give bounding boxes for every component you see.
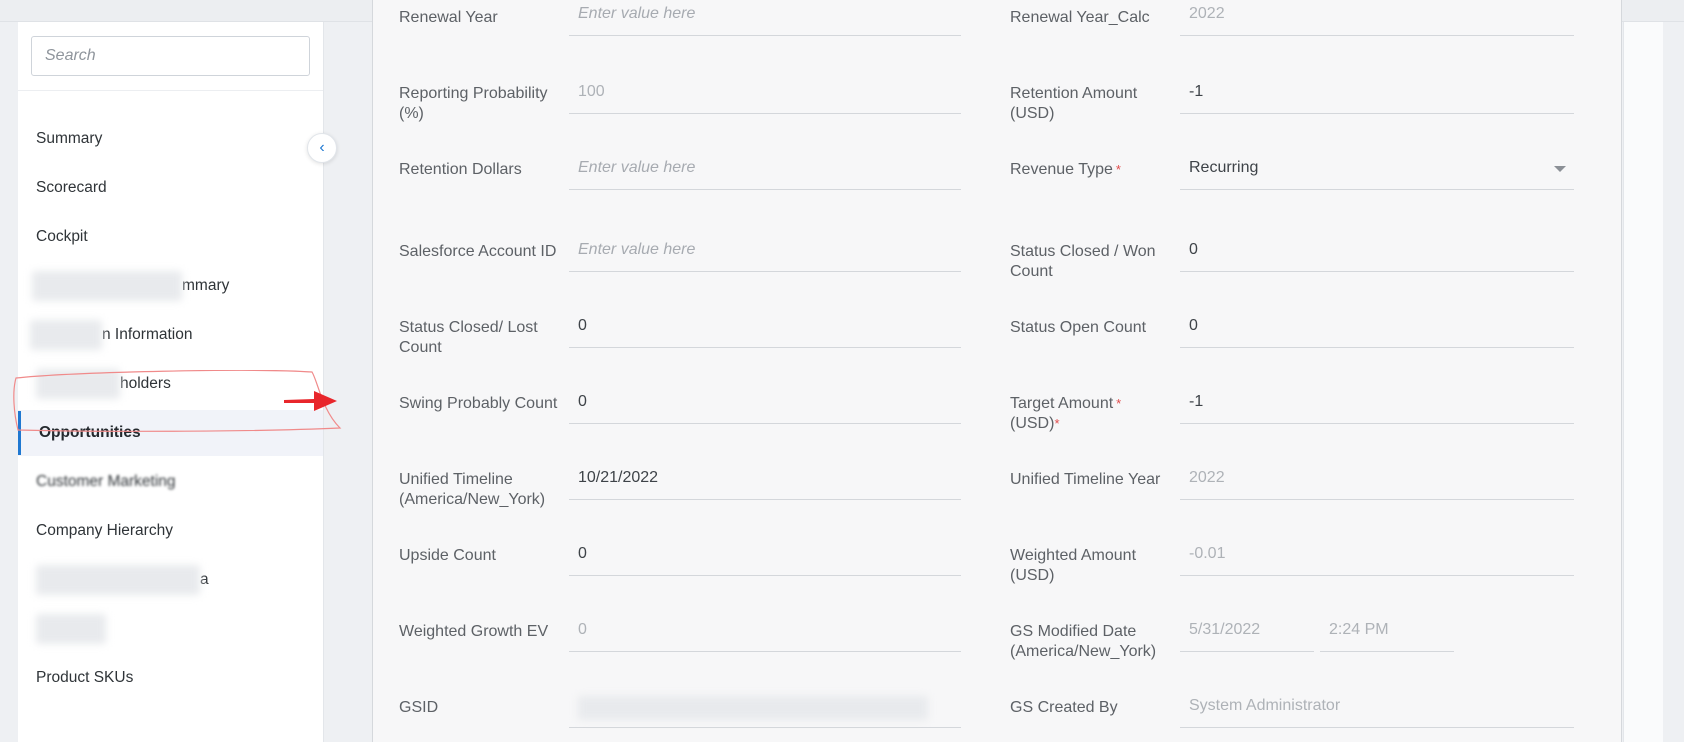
status-open-count-label: Status Open Count (1010, 319, 1147, 336)
sidebar-item-redacted[interactable] (18, 606, 323, 652)
redacted-text (578, 696, 928, 720)
gs-modified-time-field: 2:24 PM (1320, 616, 1454, 652)
target-amount-label: Target Amount * (USD)* (1010, 394, 1180, 434)
chevron-left-icon: ‹ (319, 139, 325, 156)
redacted-text (30, 319, 102, 350)
redacted-text (36, 368, 120, 399)
target-amount-field[interactable]: -1 (1180, 388, 1574, 424)
gs-created-by-label: GS Created By (1010, 699, 1118, 716)
weighted-growth-ev-label: Weighted Growth EV (399, 623, 549, 640)
active-indicator (18, 411, 21, 455)
required-marker: * (1054, 416, 1060, 431)
unified-timeline-year-label: Unified Timeline Year (1010, 471, 1161, 488)
retention-amount-label: Retention Amount (USD) (1010, 85, 1138, 122)
status-closed-won-label: Status Closed / Won Count (1010, 243, 1156, 280)
salesforce-account-id-label: Salesforce Account ID (399, 243, 557, 260)
target-amount-label-unit: (USD) (1010, 415, 1055, 432)
weighted-amount-field: -0.01 (1180, 540, 1574, 576)
sidebar-item-label: mmary (182, 277, 230, 294)
collapse-sidebar-button[interactable]: ‹ (307, 133, 337, 163)
salesforce-account-id-field[interactable]: Enter value here (569, 236, 961, 272)
sidebar-item-product-skus[interactable]: Product SKUs (18, 655, 323, 701)
swing-probably-count-label: Swing Probably Count (399, 395, 558, 412)
upside-count-label: Upside Count (399, 547, 496, 564)
gs-modified-date-label: GS Modified Date (America/New_York) (1010, 623, 1157, 660)
sidebar-item-redacted-a[interactable]: a (18, 557, 323, 603)
sidebar-item-label: holders (120, 375, 171, 392)
status-closed-lost-label: Status Closed/ Lost Count (399, 319, 538, 356)
sidebar-item-summary[interactable]: Summary (18, 116, 323, 162)
sidebar-item-label: Opportunities (39, 424, 141, 441)
sidebar-item-label: n Information (102, 326, 193, 343)
sidebar-item-label: Summary (36, 130, 103, 147)
unified-timeline-label: Unified Timeline (America/New_York) (399, 471, 546, 508)
scrollbar-track[interactable] (1623, 22, 1663, 742)
sidebar-item-scorecard[interactable]: Scorecard (18, 165, 323, 211)
revenue-type-value: Recurring (1189, 159, 1259, 176)
revenue-type-select[interactable]: Recurring (1180, 154, 1574, 190)
sidebar-divider (18, 90, 323, 91)
sidebar-item-label: Company Hierarchy (36, 522, 173, 539)
target-amount-label-text: Target Amount (1010, 395, 1114, 412)
swing-probably-count-field[interactable]: 0 (569, 388, 961, 424)
search-input[interactable] (32, 37, 309, 75)
gsid-label: GSID (399, 699, 439, 716)
renewal-year-label: Renewal Year (399, 9, 498, 26)
weighted-growth-ev-field: 0 (569, 616, 961, 652)
sidebar-item-label: a (200, 571, 209, 588)
sidebar-item-redacted-holders[interactable]: holders (18, 361, 323, 407)
reporting-probability-field: 100 (569, 78, 961, 114)
sidebar-item-customer-marketing[interactable]: Customer Marketing (18, 459, 323, 505)
unified-timeline-field[interactable]: 10/21/2022 (569, 464, 961, 500)
revenue-type-label: Revenue Type * (1010, 160, 1180, 180)
sidebar-item-cockpit[interactable]: Cockpit (18, 214, 323, 260)
gsid-field (569, 692, 961, 728)
redacted-text (32, 270, 182, 301)
retention-amount-field[interactable]: -1 (1180, 78, 1574, 114)
sidebar-item-label: Customer Marketing (36, 473, 176, 490)
reporting-probability-label: Reporting Probability (%) (399, 85, 548, 122)
sidebar-item-redacted-information[interactable]: n Information (18, 312, 323, 358)
status-closed-lost-field[interactable]: 0 (569, 312, 961, 348)
renewal-year-field[interactable]: Enter value here (569, 0, 961, 36)
redacted-text (36, 613, 106, 644)
status-closed-won-field[interactable]: 0 (1180, 236, 1574, 272)
redacted-text (36, 564, 200, 595)
sidebar: Summary Scorecard Cockpit mmary n Inform… (18, 22, 324, 742)
sidebar-item-label: Cockpit (36, 228, 88, 245)
upside-count-field[interactable]: 0 (569, 540, 961, 576)
sidebar-item-label: Scorecard (36, 179, 107, 196)
sidebar-item-label: Product SKUs (36, 669, 134, 686)
revenue-type-label-text: Revenue Type (1010, 161, 1113, 178)
gs-created-by-field: System Administrator (1180, 692, 1574, 728)
main-panel: Renewal Year Enter value here Renewal Ye… (372, 0, 1622, 742)
search-box[interactable] (31, 36, 310, 76)
retention-dollars-label: Retention Dollars (399, 161, 522, 178)
renewal-year-calc-label: Renewal Year_Calc (1010, 9, 1150, 26)
unified-timeline-year-field: 2022 (1180, 464, 1574, 500)
sidebar-item-company-hierarchy[interactable]: Company Hierarchy (18, 508, 323, 554)
required-marker: * (1115, 162, 1121, 177)
renewal-year-calc-field: 2022 (1180, 0, 1574, 36)
weighted-amount-label: Weighted Amount (USD) (1010, 547, 1137, 584)
gs-modified-date-field: 5/31/2022 (1180, 616, 1314, 652)
required-marker: * (1116, 396, 1122, 411)
sidebar-item-redacted-summary[interactable]: mmary (18, 263, 323, 309)
retention-dollars-field[interactable]: Enter value here (569, 154, 961, 190)
dropdown-caret-icon (1554, 166, 1566, 172)
status-open-count-field[interactable]: 0 (1180, 312, 1574, 348)
sidebar-item-opportunities[interactable]: Opportunities (18, 410, 323, 456)
